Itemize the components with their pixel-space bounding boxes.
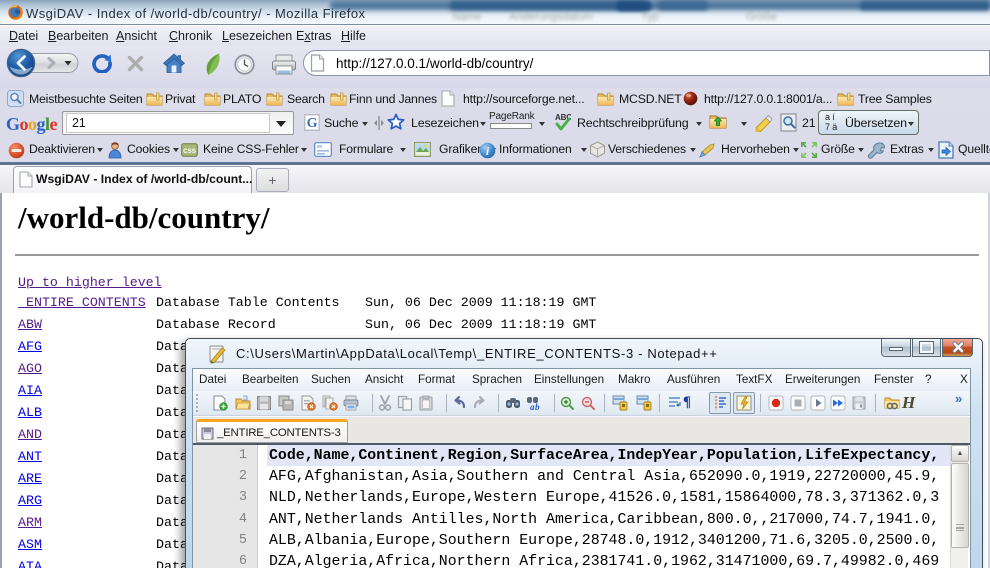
svg-text:b: b	[535, 402, 540, 411]
svg-text:css: css	[183, 146, 197, 155]
svg-text:G: G	[307, 116, 318, 131]
